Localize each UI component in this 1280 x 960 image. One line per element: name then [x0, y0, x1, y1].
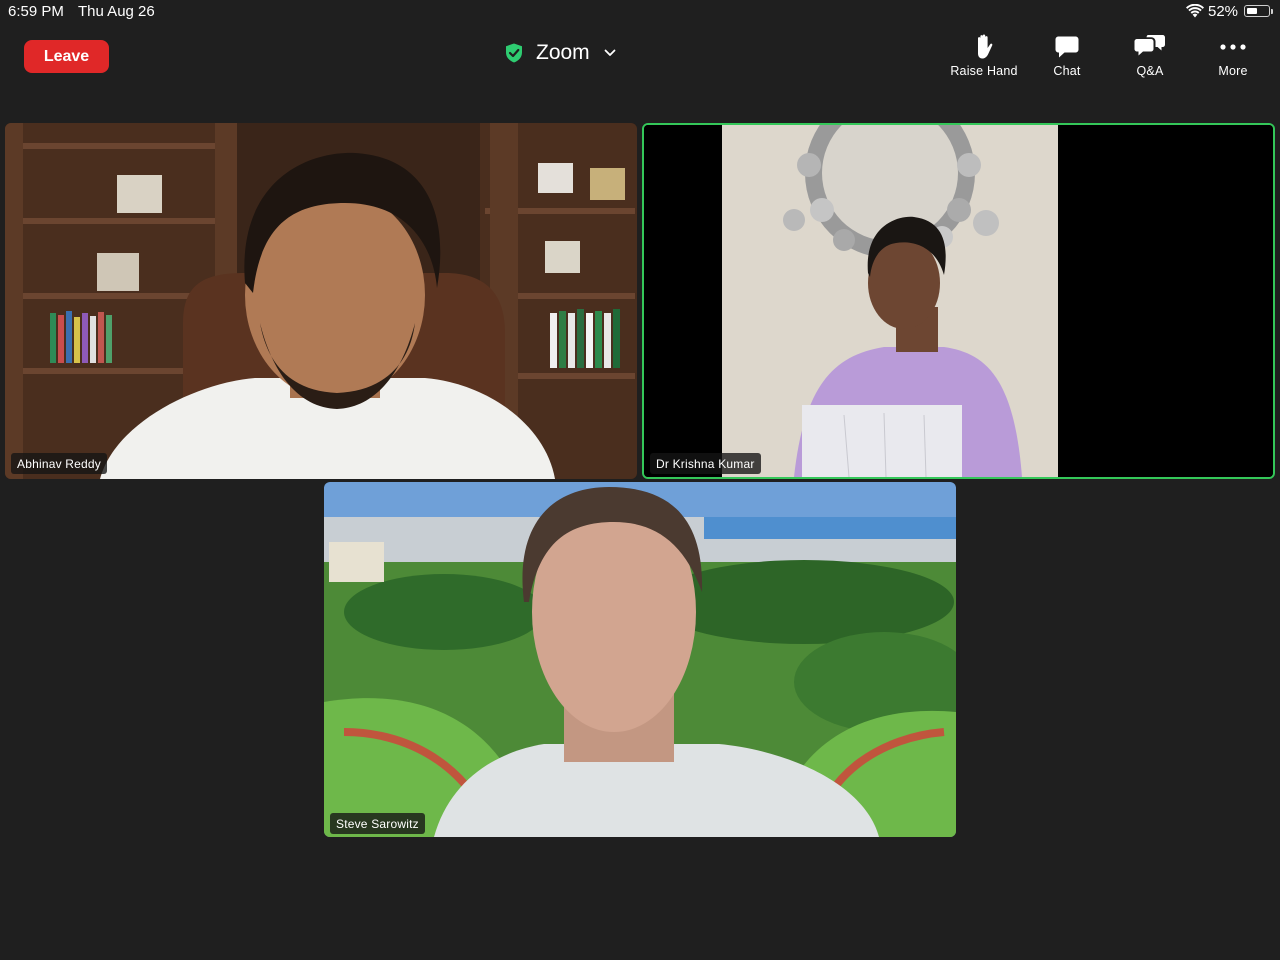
raise-hand-button[interactable]: Raise Hand	[942, 32, 1026, 82]
status-time: 6:59 PM	[8, 3, 64, 20]
meeting-info-dropdown[interactable]: Zoom	[505, 38, 616, 68]
more-label: More	[1218, 64, 1248, 78]
ellipsis-icon	[1220, 44, 1246, 50]
battery-percentage: 52%	[1208, 3, 1239, 20]
participant-video	[644, 125, 1273, 477]
status-date: Thu Aug 26	[78, 3, 155, 20]
status-bar: 6:59 PM Thu Aug 26 52%	[0, 0, 1280, 24]
zoom-meeting-screen: 6:59 PM Thu Aug 26 52% Leave Zoom Raise …	[0, 0, 1280, 960]
secure-shield-icon	[506, 43, 522, 63]
video-tile[interactable]: Abhinav Reddy	[5, 123, 637, 479]
participant-name-tag: Dr Krishna Kumar	[650, 453, 761, 474]
battery-icon	[1244, 5, 1270, 17]
battery-fill	[1246, 7, 1257, 14]
raised-hand-icon	[978, 34, 993, 59]
chevron-down-icon	[604, 49, 616, 56]
qa-label: Q&A	[1136, 64, 1164, 78]
meeting-title: Zoom	[536, 41, 590, 64]
video-tile-active-speaker[interactable]: Dr Krishna Kumar	[642, 123, 1275, 479]
chat-button[interactable]: Chat	[1025, 32, 1109, 82]
participant-name-tag: Steve Sarowitz	[330, 813, 425, 834]
battery-tip	[1271, 9, 1273, 14]
raise-hand-label: Raise Hand	[950, 64, 1018, 78]
chat-label: Chat	[1053, 64, 1081, 78]
qa-button[interactable]: Q&A	[1108, 32, 1192, 82]
participant-name-tag: Abhinav Reddy	[11, 453, 107, 474]
participant-video	[5, 123, 637, 479]
chat-bubble-icon	[1055, 36, 1079, 58]
video-tile[interactable]: Steve Sarowitz	[324, 482, 956, 837]
wifi-icon	[1186, 4, 1204, 18]
leave-button[interactable]: Leave	[24, 40, 109, 73]
participant-video	[324, 482, 956, 837]
qa-bubbles-icon	[1134, 35, 1165, 56]
more-button[interactable]: More	[1191, 32, 1275, 82]
